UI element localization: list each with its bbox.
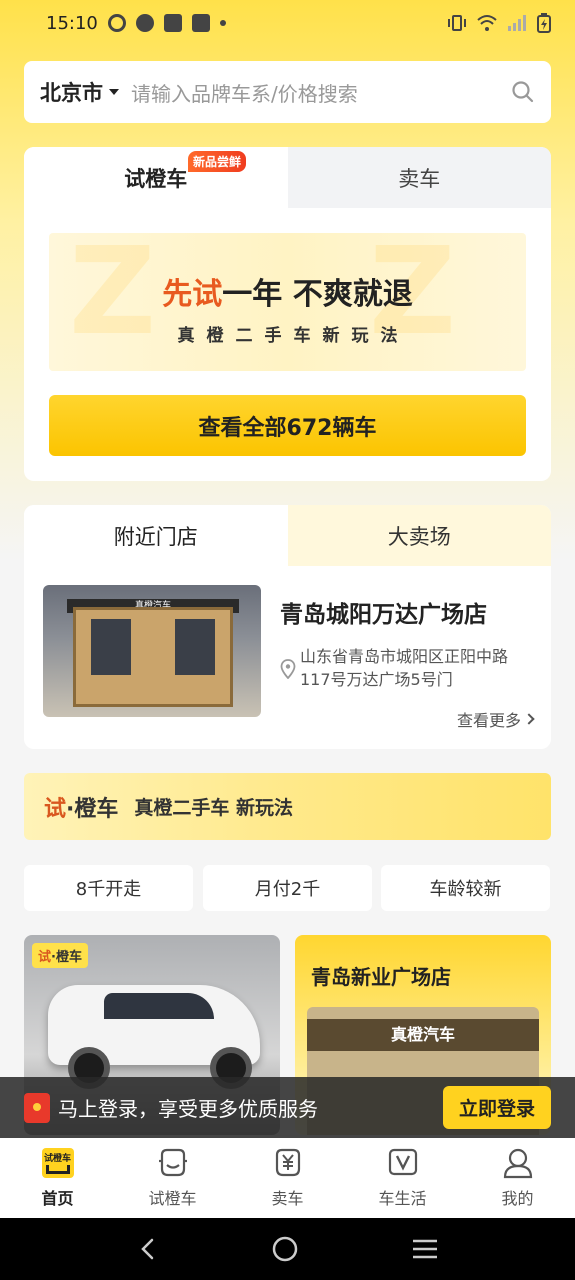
see-more-link[interactable]: 查看更多 bbox=[456, 707, 535, 731]
store-name[interactable]: 青岛城阳万达广场店 bbox=[280, 595, 487, 629]
promo-banner[interactable]: Z Z 先试一年 不爽就退 真橙二手车新玩法 bbox=[49, 233, 526, 371]
nav-car-life-label: 车生活 bbox=[378, 1189, 427, 1208]
filter-chip[interactable]: 月付2千 bbox=[203, 865, 372, 911]
brand-logo-b: 橙车 bbox=[74, 796, 119, 822]
tab-big-market-label: 大卖场 bbox=[387, 524, 451, 549]
new-badge: 新品尝鲜 bbox=[188, 151, 247, 172]
search-input[interactable]: 请输入品牌车系/价格搜索 bbox=[131, 78, 511, 107]
nav-home[interactable]: 试橙车 首页 bbox=[0, 1138, 115, 1218]
brand-banner[interactable]: 试·橙车 真橙二手车 新玩法 bbox=[24, 773, 551, 840]
app-status-icon bbox=[135, 14, 154, 32]
brand-logo-a: 试 bbox=[44, 796, 67, 822]
car-tag-b: 橙车 bbox=[55, 950, 82, 965]
chevron-right-icon bbox=[523, 713, 535, 725]
recents-menu-icon[interactable] bbox=[411, 1237, 439, 1261]
tab-nearby-stores-label: 附近门店 bbox=[113, 524, 198, 549]
car-tag-a: 试 bbox=[38, 950, 52, 965]
profile-icon bbox=[503, 1148, 532, 1179]
filter-chip[interactable]: 车龄较新 bbox=[381, 865, 550, 911]
location-pin-icon bbox=[280, 659, 296, 679]
stores-tabs: 附近门店 大卖场 bbox=[24, 505, 551, 566]
login-prompt-text: 马上登录，享受更多优质服务 bbox=[58, 1097, 318, 1121]
login-button[interactable]: 立即登录 bbox=[442, 1086, 551, 1129]
nav-sell-car-label: 卖车 bbox=[271, 1189, 304, 1208]
promo-title-rest: 一年 不爽就退 bbox=[222, 277, 413, 312]
shopping-bag-status-icon bbox=[163, 14, 182, 32]
store-photo[interactable]: 真橙汽车 bbox=[43, 585, 261, 717]
nav-profile-label: 我的 bbox=[501, 1189, 534, 1208]
see-more-label: 查看更多 bbox=[456, 711, 521, 730]
back-icon[interactable] bbox=[136, 1237, 160, 1261]
shopping-bag-status-icon-2 bbox=[191, 14, 210, 32]
tab-nearby-stores[interactable]: 附近门店 bbox=[24, 505, 288, 566]
vibrate-icon bbox=[448, 15, 466, 31]
promo-title: 先试一年 不爽就退 bbox=[49, 269, 526, 313]
try-car-icon bbox=[158, 1148, 187, 1177]
store-address: 山东省青岛市城阳区正阳中路117号万达广场5号门 bbox=[300, 647, 509, 689]
store-window bbox=[91, 619, 131, 675]
city-selector[interactable]: 北京市 bbox=[40, 77, 103, 107]
store-card-sign: 真橙汽车 bbox=[307, 1019, 539, 1051]
bottom-navigation: 试橙车 首页 试橙车 卖车 车生活 我的 bbox=[0, 1138, 575, 1218]
more-notifications-dot-icon bbox=[219, 20, 226, 26]
caret-down-icon[interactable] bbox=[109, 89, 119, 95]
car-window bbox=[104, 993, 214, 1019]
nav-home-label: 首页 bbox=[41, 1189, 74, 1208]
nav-sell-car[interactable]: 卖车 bbox=[230, 1138, 345, 1218]
tab-try-car-label: 试橙车 bbox=[124, 166, 188, 191]
nav-profile[interactable]: 我的 bbox=[460, 1138, 575, 1218]
tab-try-car[interactable]: 试橙车 新品尝鲜 bbox=[24, 147, 288, 208]
store-window-2 bbox=[175, 619, 215, 675]
tab-sell-car[interactable]: 卖车 bbox=[287, 147, 551, 208]
red-envelope-icon bbox=[24, 1092, 50, 1123]
filter-chip[interactable]: 8千开走 bbox=[24, 865, 193, 911]
search-bar[interactable]: 北京市 请输入品牌车系/价格搜索 bbox=[24, 61, 551, 123]
status-bar: 15:10 bbox=[0, 0, 575, 46]
view-all-cars-button[interactable]: 查看全部672辆车 bbox=[49, 395, 526, 456]
nav-try-car[interactable]: 试橙车 bbox=[115, 1138, 230, 1218]
tab-sell-car-label: 卖车 bbox=[398, 166, 441, 191]
tab-big-market[interactable]: 大卖场 bbox=[287, 505, 551, 566]
nav-car-life[interactable]: 车生活 bbox=[345, 1138, 460, 1218]
brand-logo: 试·橙车 bbox=[44, 791, 118, 823]
car-tag: 试·橙车 bbox=[32, 943, 88, 968]
home-circle-icon[interactable] bbox=[271, 1235, 299, 1263]
promo-subtitle: 真橙二手车新玩法 bbox=[177, 326, 410, 346]
home-logo-text: 试橙车 bbox=[43, 1154, 71, 1164]
home-logo: 试橙车 bbox=[41, 1148, 74, 1178]
signal-icon bbox=[508, 15, 526, 31]
sell-car-icon bbox=[275, 1148, 300, 1177]
buy-sell-tabs: 试橙车 新品尝鲜 卖车 bbox=[24, 147, 551, 208]
brand-banner-text: 真橙二手车 新玩法 bbox=[134, 797, 294, 819]
wifi-icon bbox=[477, 15, 497, 31]
status-right bbox=[447, 13, 551, 33]
nav-try-car-label: 试橙车 bbox=[148, 1189, 197, 1208]
login-prompt-bar: 马上登录，享受更多优质服务 立即登录 bbox=[0, 1077, 575, 1138]
promo-title-highlight: 先试 bbox=[162, 277, 223, 312]
settings-status-icon bbox=[107, 14, 126, 32]
battery-charging-icon bbox=[537, 13, 551, 33]
status-time: 15:10 bbox=[46, 12, 98, 34]
status-left: 15:10 bbox=[46, 13, 226, 34]
car-life-icon bbox=[388, 1148, 417, 1176]
buy-sell-card: 试橙车 新品尝鲜 卖车 Z Z 先试一年 不爽就退 真橙二手车新玩法 查看全部6… bbox=[24, 147, 551, 481]
stores-card: 附近门店 大卖场 真橙汽车 青岛城阳万达广场店 山东省青岛市城阳区正阳中路117… bbox=[24, 505, 551, 749]
system-navigation-bar bbox=[0, 1218, 575, 1280]
store-card-name: 青岛新业广场店 bbox=[311, 965, 451, 989]
search-icon[interactable] bbox=[511, 80, 535, 104]
home-logo-icon: 试橙车 bbox=[41, 1147, 75, 1179]
